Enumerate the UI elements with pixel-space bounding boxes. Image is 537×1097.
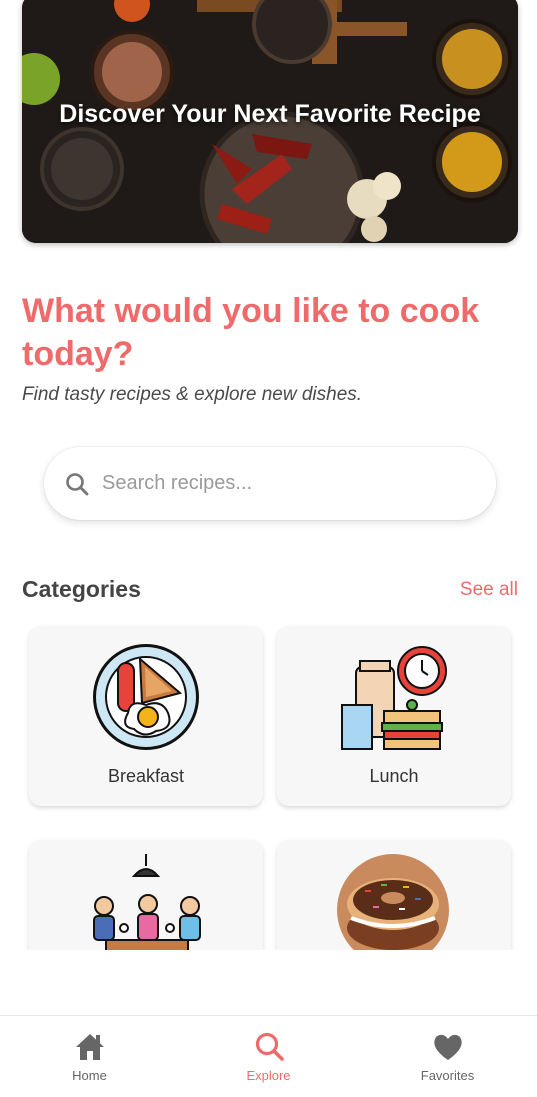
category-label-breakfast: Breakfast <box>107 766 185 786</box>
category-card-dinner[interactable] <box>29 840 263 950</box>
donut-dessert-icon <box>337 854 449 950</box>
dinner-table-icon <box>93 854 201 950</box>
nav-explore-label: Explore <box>246 1068 291 1083</box>
page-title: What would you like to cook today? <box>22 292 480 373</box>
search-bar[interactable] <box>44 447 496 520</box>
search-icon <box>255 1032 284 1061</box>
search-icon <box>66 472 89 495</box>
category-label-lunch: Lunch <box>369 766 419 786</box>
category-card-lunch[interactable]: Lunch <box>277 626 511 806</box>
page-subtitle: Find tasty recipes & explore new dishes. <box>22 384 363 405</box>
heart-icon <box>433 1034 462 1060</box>
categories-title: Categories <box>22 576 141 602</box>
nav-explore[interactable]: Explore <box>209 1030 329 1083</box>
see-all-link[interactable]: See all <box>460 579 518 601</box>
breakfast-plate-icon <box>93 644 199 750</box>
category-card-breakfast[interactable]: Breakfast <box>29 626 263 806</box>
categories-row-2 <box>0 830 537 950</box>
search-input[interactable] <box>102 472 462 495</box>
hero-title: Discover Your Next Favorite Recipe <box>59 100 481 128</box>
category-card-dessert[interactable] <box>277 840 511 950</box>
nav-favorites[interactable]: Favorites <box>388 1030 508 1083</box>
hero-banner[interactable]: Discover Your Next Favorite Recipe <box>22 0 518 243</box>
home-icon <box>75 1034 104 1060</box>
nav-home-label: Home <box>72 1068 107 1083</box>
bottom-navigation: Home Explore Favorites <box>0 1015 537 1097</box>
explore-screen: Discover Your Next Favorite Recipe What … <box>0 0 537 1097</box>
nav-home[interactable]: Home <box>30 1030 150 1083</box>
nav-favorites-label: Favorites <box>420 1068 475 1083</box>
lunch-clock-icon <box>341 646 447 750</box>
